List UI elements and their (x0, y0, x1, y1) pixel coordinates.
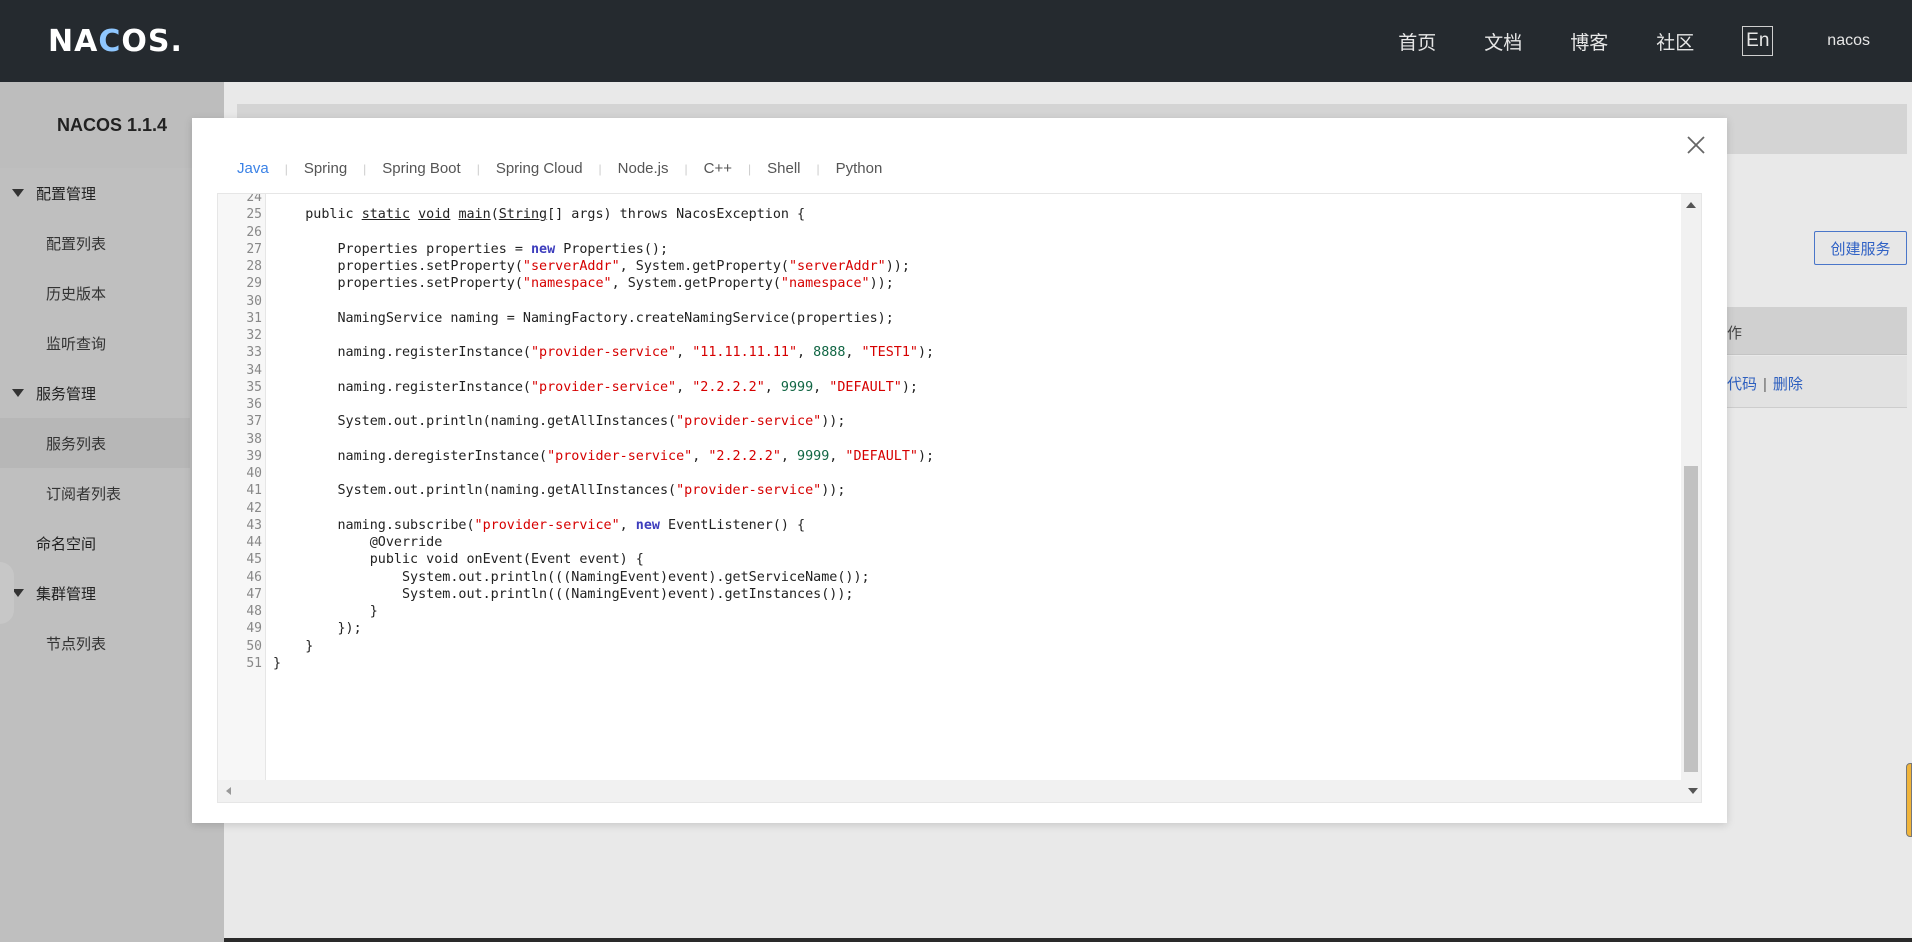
scroll-up-icon[interactable] (1686, 202, 1696, 208)
action-separator: | (1763, 376, 1767, 393)
top-navbar: NACOS. 首页 文档 博客 社区 En nacos (0, 0, 1912, 82)
sidebar-item-subscriber-list[interactable]: 订阅者列表 (0, 468, 224, 518)
sidebar-item-node-list[interactable]: 节点列表 (0, 618, 224, 668)
close-icon[interactable] (1685, 134, 1707, 156)
line-number: 51 (246, 655, 262, 671)
create-service-button[interactable]: 创建服务 (1814, 231, 1907, 265)
nav-home[interactable]: 首页 (1398, 28, 1436, 55)
tab-divider: | (748, 161, 752, 176)
tab-divider: | (284, 161, 288, 176)
caret-down-icon (12, 189, 24, 197)
sidebar-collapse-handle[interactable] (0, 562, 14, 624)
vertical-scrollbar[interactable] (1681, 194, 1701, 782)
scrollbar-thumb[interactable] (1684, 466, 1698, 772)
top-nav: 首页 文档 博客 社区 En nacos (1398, 0, 1912, 82)
tab-divider: | (684, 161, 688, 176)
sidebar: NACOS 1.1.4 配置管理 配置列表 历史版本 监听查询 服务管理 服务列… (0, 82, 224, 942)
code-editor[interactable]: 24 25 public static void main(String[] ar… (217, 193, 1702, 803)
tab-python[interactable]: Python (836, 160, 883, 177)
tab-cpp[interactable]: C++ (704, 160, 732, 177)
version-label: NACOS 1.1.4 (0, 82, 224, 168)
sidebar-item-service-list[interactable]: 服务列表 (0, 418, 190, 468)
sidebar-item-history[interactable]: 历史版本 (0, 268, 224, 318)
tab-spring-cloud[interactable]: Spring Cloud (496, 160, 583, 177)
tab-java[interactable]: Java (237, 160, 269, 177)
horizontal-scrollbar[interactable] (218, 780, 1701, 802)
tab-divider: | (816, 161, 820, 176)
scroll-left-icon[interactable] (226, 787, 231, 795)
tab-shell[interactable]: Shell (767, 160, 800, 177)
menu-group-label: 配置管理 (36, 185, 97, 203)
scroll-down-icon[interactable] (1688, 788, 1698, 794)
tab-spring[interactable]: Spring (304, 160, 347, 177)
table-row: 代码 | 删除 (1727, 356, 1907, 408)
delete-link[interactable]: 删除 (1773, 376, 1803, 393)
menu-group-label: 服务管理 (36, 385, 97, 403)
sidebar-item-config-list[interactable]: 配置列表 (0, 218, 224, 268)
menu-group-label: 集群管理 (36, 585, 97, 603)
menu-group-config[interactable]: 配置管理 (0, 168, 224, 218)
caret-down-icon (12, 389, 24, 397)
tab-nodejs[interactable]: Node.js (618, 160, 669, 177)
nav-community[interactable]: 社区 (1656, 28, 1694, 55)
tab-divider: | (476, 161, 480, 176)
nav-docs[interactable]: 文档 (1484, 28, 1522, 55)
code-text: } (273, 655, 282, 671)
row-actions: 代码 | 删除 (1727, 373, 1803, 394)
feedback-tab[interactable] (1906, 763, 1912, 837)
menu-group-service[interactable]: 服务管理 (0, 368, 224, 418)
code-line: 51} (218, 653, 1681, 674)
tab-spring-boot[interactable]: Spring Boot (382, 160, 460, 177)
language-toggle-button[interactable]: En (1742, 26, 1774, 56)
sample-code-link[interactable]: 代码 (1727, 376, 1757, 393)
sidebar-item-namespace[interactable]: 命名空间 (0, 518, 224, 568)
table-header-label: 作 (1727, 325, 1743, 342)
sidebar-item-listener-query[interactable]: 监听查询 (0, 318, 224, 368)
nacos-logo[interactable]: NACOS. (48, 24, 183, 59)
user-menu[interactable]: nacos (1827, 32, 1870, 50)
bottom-bar (224, 938, 1912, 942)
table-header-operation: 作 (1727, 307, 1907, 355)
menu-group-cluster[interactable]: 集群管理 (0, 568, 224, 618)
nav-blog[interactable]: 博客 (1570, 28, 1608, 55)
language-tabs: Java | Spring | Spring Boot | Spring Clo… (237, 160, 882, 177)
sample-code-dialog: Java | Spring | Spring Boot | Spring Clo… (192, 118, 1727, 823)
tab-divider: | (363, 161, 367, 176)
tab-divider: | (598, 161, 602, 176)
